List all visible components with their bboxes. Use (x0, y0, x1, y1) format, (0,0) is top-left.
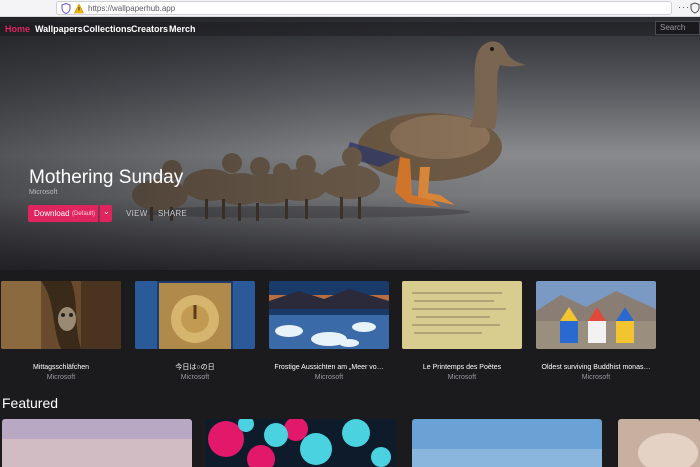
view-button[interactable]: VIEW (126, 209, 148, 219)
wallpaper-author[interactable]: Microsoft (269, 373, 389, 382)
share-button[interactable]: SHARE (158, 209, 187, 219)
wallpaper-author[interactable]: Microsoft (402, 373, 522, 382)
nav-creators[interactable]: Creators (131, 24, 168, 35)
pocket-shield-icon[interactable] (690, 2, 700, 14)
url-text: https://wallpaperhub.app (88, 4, 176, 13)
hero-title: Mothering Sunday (29, 167, 184, 188)
nav-collections[interactable]: Collections (83, 24, 132, 35)
wallpaper-title[interactable]: Frostige Aussichten am „Meer vo… (269, 363, 389, 372)
nav-home[interactable]: Home (5, 24, 30, 35)
wallpaper-title[interactable]: Oldest surviving Buddhist monas… (536, 363, 656, 372)
download-options-button[interactable]: ⌄ (99, 205, 112, 222)
wallpaper-strip: Mittagsschläfchen Microsoft 今日は○の日 Micro… (0, 270, 700, 382)
top-nav: Home Wallpapers Collections Creators Mer… (0, 20, 700, 38)
hero-banner[interactable] (0, 17, 700, 270)
search-input[interactable]: Search (655, 21, 700, 35)
featured-heading: Featured (2, 395, 59, 411)
featured-card[interactable] (412, 419, 602, 467)
chevron-down-icon: ⌄ (103, 207, 110, 216)
wallpaper-title[interactable]: Le Printemps des Poètes (402, 363, 522, 372)
featured-card-partial[interactable] (618, 419, 700, 467)
wallpaper-author[interactable]: Microsoft (1, 373, 121, 382)
featured-card[interactable] (2, 419, 192, 467)
download-default-tag: (Default) (72, 211, 96, 217)
address-bar[interactable]: https://wallpaperhub.app (56, 1, 672, 15)
wallpaper-title[interactable]: Mittagsschläfchen (1, 363, 121, 372)
wallpaper-title[interactable]: 今日は○の日 (135, 363, 255, 372)
wallpaper-thumbnail[interactable] (1, 281, 121, 349)
nav-merch[interactable]: Merch (169, 24, 196, 35)
featured-card[interactable] (206, 419, 396, 467)
browser-toolbar: https://wallpaperhub.app ··· (0, 0, 700, 17)
wallpaper-author[interactable]: Microsoft (135, 373, 255, 382)
lock-warning-icon[interactable] (74, 3, 84, 14)
hero-shade-overlay (0, 17, 700, 270)
tracking-shield-icon[interactable] (61, 3, 71, 14)
hero-author[interactable]: Microsoft (29, 188, 57, 197)
nav-wallpapers[interactable]: Wallpapers (35, 24, 83, 35)
page-actions-menu-icon[interactable]: ··· (678, 2, 690, 13)
wallpaper-thumbnail[interactable] (536, 281, 656, 349)
download-button[interactable]: Download (Default) (28, 205, 98, 222)
wallpaper-thumbnail[interactable] (402, 281, 522, 349)
wallpaper-thumbnail[interactable] (269, 281, 389, 349)
wallpaper-author[interactable]: Microsoft (536, 373, 656, 382)
wallpaper-thumbnail[interactable] (135, 281, 255, 349)
download-button-label: Download (34, 209, 70, 218)
